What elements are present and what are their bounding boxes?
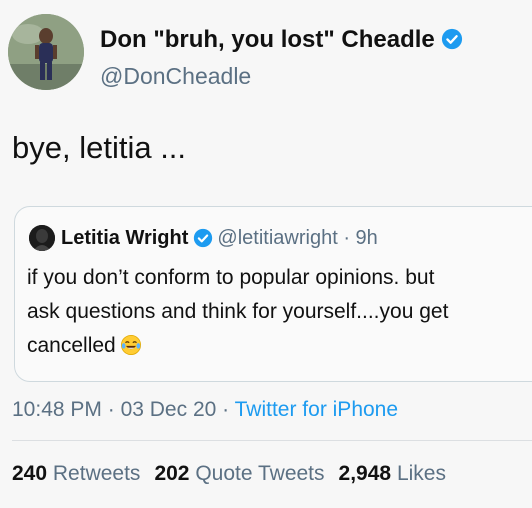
tweet-time[interactable]: 10:48 PM xyxy=(12,398,102,421)
quoted-text-line: if you don’t conform to popular opinions… xyxy=(27,266,435,289)
quoted-handle[interactable]: @letitiawright xyxy=(217,227,337,249)
tweet-source-link[interactable]: Twitter for iPhone xyxy=(235,398,398,421)
likes-count: 2,948 xyxy=(338,462,392,485)
quoted-text-line: ask questions and think for yourself....… xyxy=(27,300,449,323)
likes-stat[interactable]: 2,948 Likes xyxy=(339,462,446,485)
author-avatar[interactable] xyxy=(8,14,84,90)
quoted-tweet-text: if you don’t conform to popular opinions… xyxy=(27,261,527,363)
verified-badge-icon xyxy=(194,228,213,248)
divider xyxy=(12,440,532,441)
quoted-separator: · xyxy=(343,227,350,249)
display-name-text: Don "bruh, you lost" Cheadle xyxy=(100,26,435,53)
tears-of-joy-emoji-icon xyxy=(120,335,141,355)
quoted-text-line: cancelled xyxy=(27,329,527,363)
tweet-meta: 10:48 PM · 03 Dec 20 · Twitter for iPhon… xyxy=(12,398,398,422)
meta-separator: · xyxy=(222,398,230,421)
person-photo-icon xyxy=(8,14,84,90)
retweets-stat[interactable]: 240 Retweets xyxy=(12,462,140,485)
tweet-card: Don "bruh, you lost" Cheadle @DonCheadle… xyxy=(0,0,532,508)
likes-label: Likes xyxy=(396,462,446,485)
tweet-date[interactable]: 03 Dec 20 xyxy=(121,398,217,421)
retweets-count: 240 xyxy=(12,462,48,485)
author-handle[interactable]: @DonCheadle xyxy=(100,63,251,90)
quoted-text-word: cancelled xyxy=(27,334,116,357)
quoted-author-avatar[interactable] xyxy=(29,225,55,251)
person-photo-icon xyxy=(29,225,55,251)
retweets-label: Retweets xyxy=(52,462,141,485)
author-display-name[interactable]: Don "bruh, you lost" Cheadle xyxy=(100,26,463,54)
quote-tweets-count: 202 xyxy=(154,462,190,485)
quote-tweets-stat[interactable]: 202 Quote Tweets xyxy=(154,462,324,485)
quoted-tweet-card[interactable]: Letitia Wright @letitiawright · 9h if yo… xyxy=(14,206,532,382)
quoted-timestamp[interactable]: 9h xyxy=(356,227,378,249)
tweet-text: bye, letitia ... xyxy=(12,130,187,165)
meta-separator: · xyxy=(107,398,115,421)
verified-badge-icon xyxy=(441,28,462,50)
quoted-tweet-header: Letitia Wright @letitiawright · 9h xyxy=(61,225,378,251)
quoted-display-name[interactable]: Letitia Wright xyxy=(61,227,188,249)
quote-tweets-label: Quote Tweets xyxy=(195,462,325,485)
tweet-stats: 240 Retweets 202 Quote Tweets 2,948 Likes xyxy=(12,462,460,486)
